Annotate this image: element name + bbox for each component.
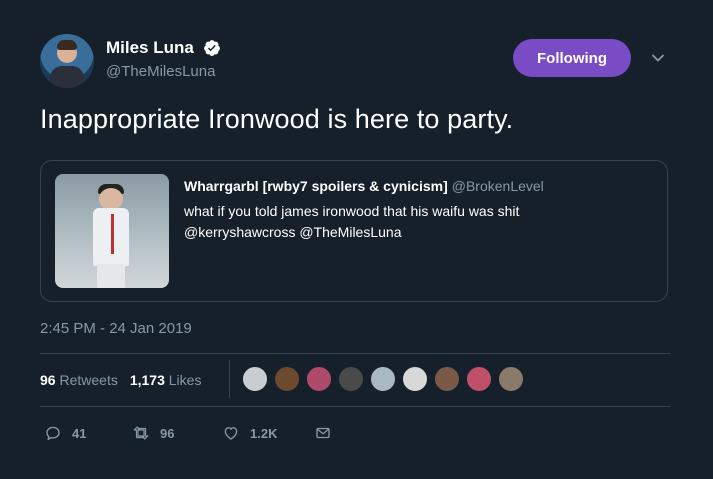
following-button[interactable]: Following bbox=[513, 39, 631, 77]
quoted-author-handle: @BrokenLevel bbox=[451, 178, 544, 194]
liker-avatar[interactable] bbox=[274, 366, 300, 392]
avatar-hair bbox=[57, 40, 77, 50]
verified-badge-icon bbox=[204, 40, 221, 56]
retweet-count: 96 bbox=[160, 425, 175, 441]
author-handle[interactable]: @TheMilesLuna bbox=[106, 63, 215, 80]
liker-avatar[interactable] bbox=[370, 366, 396, 392]
quoted-tweet-card[interactable]: Wharrgarbl [rwby7 spoilers & cynicism] @B… bbox=[40, 160, 668, 302]
quoted-author-name: Wharrgarbl [rwby7 spoilers & cynicism] bbox=[184, 178, 448, 194]
author-name[interactable]: Miles Luna bbox=[106, 38, 194, 58]
figure-head bbox=[99, 188, 123, 210]
retweet-icon bbox=[133, 426, 149, 440]
reply-icon bbox=[46, 426, 60, 441]
author-avatar[interactable] bbox=[40, 34, 94, 88]
reply-count: 41 bbox=[72, 425, 87, 441]
likes-label: Likes bbox=[168, 372, 202, 388]
tweet-timestamp[interactable]: 2:45 PM - 24 Jan 2019 bbox=[40, 320, 192, 337]
figure-legs bbox=[97, 264, 125, 288]
author-name-row[interactable]: Miles Luna bbox=[106, 38, 221, 58]
retweet-button[interactable]: 96 bbox=[132, 424, 174, 442]
chevron-down-icon[interactable] bbox=[650, 50, 666, 66]
quoted-tweet-line-2: @kerryshawcross @TheMilesLuna bbox=[184, 224, 402, 240]
liker-avatar[interactable] bbox=[434, 366, 460, 392]
liker-avatar[interactable] bbox=[498, 366, 524, 392]
direct-message-button[interactable] bbox=[314, 424, 342, 442]
stats-separator bbox=[229, 360, 230, 398]
liker-avatar[interactable] bbox=[402, 366, 428, 392]
engagement-stats: 96 Retweets 1,173 Likes bbox=[40, 372, 201, 388]
quoted-tweet-image[interactable] bbox=[55, 174, 169, 288]
liker-avatar[interactable] bbox=[306, 366, 332, 392]
likes-count: 1,173 bbox=[129, 372, 165, 388]
reply-button[interactable]: 41 bbox=[44, 424, 86, 442]
envelope-icon bbox=[316, 427, 330, 439]
liker-avatar[interactable] bbox=[338, 366, 364, 392]
retweets-label: Retweets bbox=[59, 372, 118, 388]
divider-top bbox=[40, 353, 670, 354]
like-button[interactable]: 1.2K bbox=[222, 424, 277, 442]
heart-icon bbox=[224, 427, 238, 440]
likes-stat[interactable]: 1,173 Likes bbox=[130, 372, 202, 388]
quoted-tweet-line-1: what if you told james ironwood that his… bbox=[184, 203, 520, 219]
tweet-text: Inappropriate Ironwood is here to party. bbox=[40, 104, 514, 134]
liker-avatar[interactable] bbox=[242, 366, 268, 392]
like-count: 1.2K bbox=[250, 425, 278, 441]
figure-tie bbox=[111, 214, 114, 254]
liker-avatar[interactable] bbox=[466, 366, 492, 392]
avatar-suit bbox=[50, 66, 84, 88]
quoted-tweet-header: Wharrgarbl [rwby7 spoilers & cynicism] @B… bbox=[184, 178, 544, 194]
divider-bottom bbox=[40, 406, 670, 407]
retweets-count: 96 bbox=[40, 372, 56, 388]
retweets-stat[interactable]: 96 Retweets bbox=[40, 372, 118, 388]
